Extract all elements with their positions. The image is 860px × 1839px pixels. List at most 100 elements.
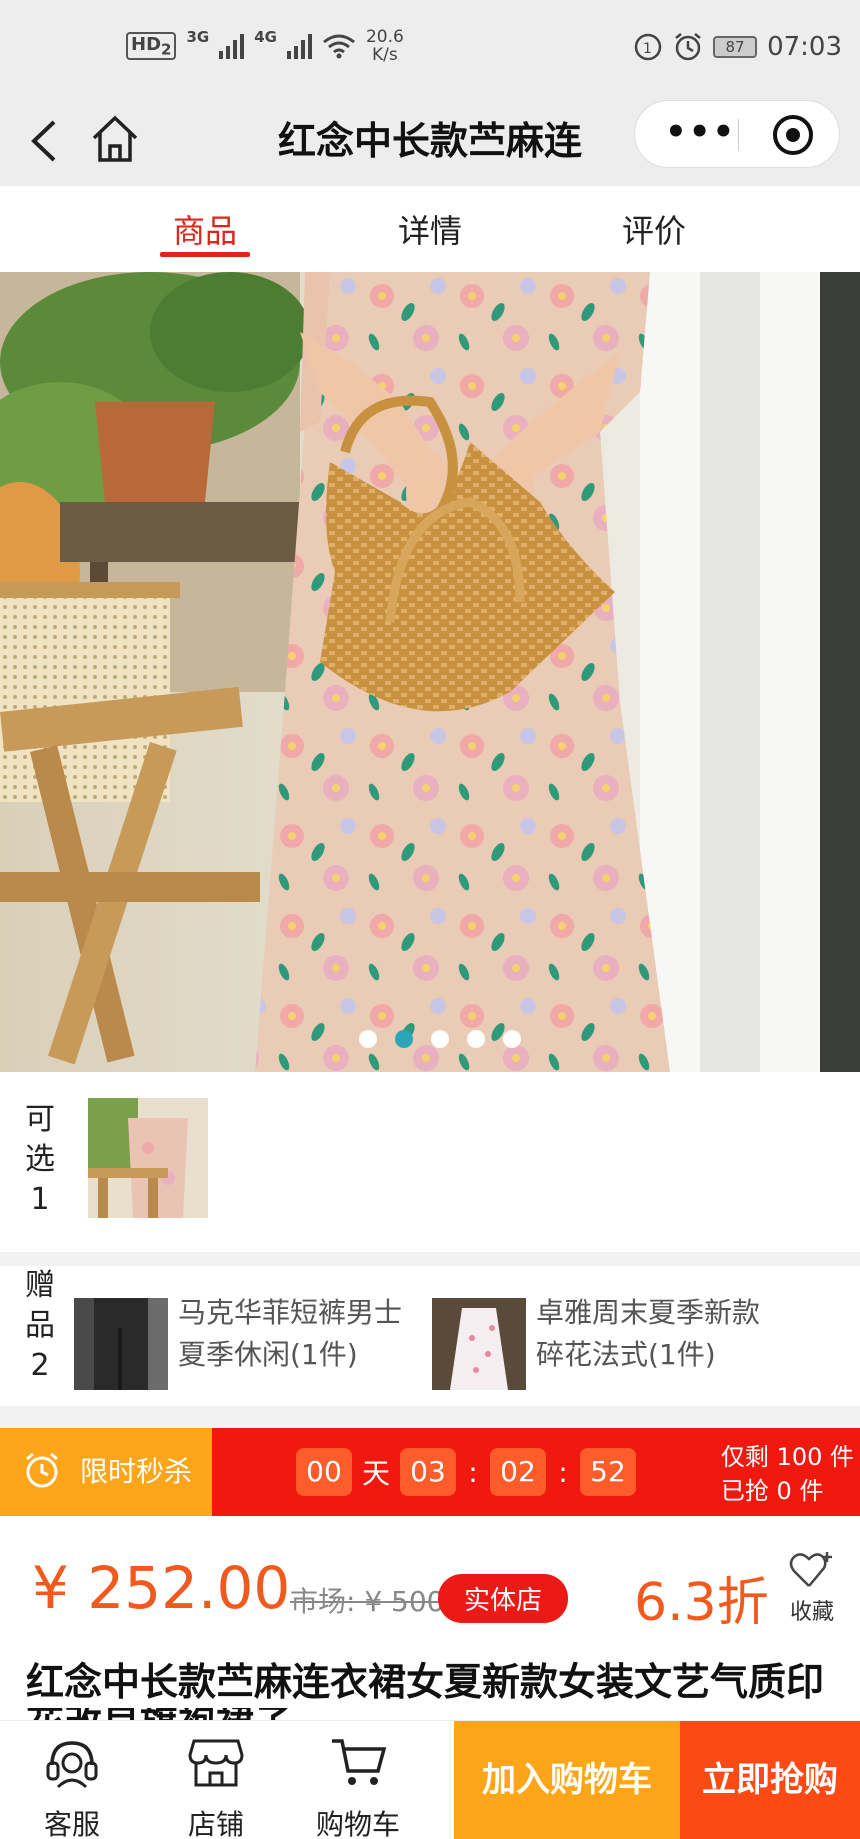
alarm-icon	[675, 33, 701, 61]
favorite-label: 收藏	[789, 1600, 834, 1625]
headset-icon	[46, 1741, 98, 1789]
gift-item[interactable]: 卓雅周末夏季新款 碎花法式(1件)	[432, 1296, 768, 1390]
optional-label: 可 选 1	[20, 1100, 60, 1220]
discount-label: 6.3折	[634, 1573, 769, 1633]
net-speed: 20.6 K/s	[366, 28, 404, 64]
stock-info: 仅剩 100 件 已抢 0 件	[721, 1440, 854, 1508]
product-photo	[0, 272, 860, 1072]
battery-level: 87	[725, 38, 745, 56]
gift-label-char: 2	[30, 1348, 50, 1383]
gift-item[interactable]: 马克华菲短裤男士 夏季休闲(1件)	[74, 1296, 410, 1390]
gift-image-dress	[432, 1298, 526, 1390]
cart-icon	[332, 1739, 387, 1785]
close-miniprogram-button[interactable]	[773, 115, 813, 155]
more-dots-icon: •••	[665, 112, 737, 152]
countdown-seconds: 52	[580, 1448, 636, 1496]
countdown-day-unit: 天	[361, 1457, 390, 1490]
capsule-divider	[738, 119, 739, 151]
customer-service-button[interactable]: 客服	[12, 1735, 132, 1839]
section-divider	[0, 1252, 860, 1266]
optional-label-char: 可	[25, 1102, 55, 1137]
carousel-dot[interactable]	[395, 1030, 413, 1048]
hd-indicator: HD2	[126, 31, 177, 61]
carousel-dot[interactable]	[359, 1030, 377, 1048]
optional-section: 可 选 1	[0, 1072, 860, 1252]
optional-label-char: 1	[30, 1182, 50, 1217]
tab-bar: 商品 详情 评价	[0, 186, 860, 272]
carousel-dot[interactable]	[467, 1030, 485, 1048]
countdown-colon: :	[558, 1455, 568, 1489]
favorite-button[interactable]: 收藏	[784, 1550, 840, 1626]
home-button[interactable]	[88, 112, 142, 166]
gift-label: 赠 品 2	[20, 1266, 60, 1386]
net1-label: 3G	[186, 28, 210, 46]
gift-section: 赠 品 2 马克华菲短裤男士 夏季休闲(1件) 卓雅周末夏季新款 碎花法式(1件…	[0, 1266, 860, 1406]
section-divider	[0, 1406, 860, 1428]
carousel-dot[interactable]	[431, 1030, 449, 1048]
store-label: 店铺	[187, 1808, 244, 1839]
hd-text: HD	[131, 33, 162, 55]
customer-service-label: 客服	[43, 1808, 100, 1839]
cart-label: 购物车	[315, 1808, 400, 1839]
stock-remaining: 仅剩 100 件	[720, 1443, 854, 1471]
home-icon	[92, 115, 138, 162]
countdown-hours: 03	[400, 1448, 456, 1496]
countdown-days: 00	[296, 1448, 352, 1496]
store-badge: 实体店	[438, 1574, 569, 1623]
carousel-indicators	[0, 1030, 860, 1048]
more-menu-button[interactable]: •••	[665, 115, 736, 149]
store-button[interactable]: 店铺	[156, 1735, 276, 1839]
buy-now-button[interactable]: 立即抢购	[680, 1721, 860, 1839]
gift-line-2: 夏季休闲(1件)	[178, 1338, 358, 1371]
optional-item-thumbnail[interactable]	[88, 1098, 208, 1218]
carousel-dot[interactable]	[503, 1030, 521, 1048]
gift-line-2: 碎花法式(1件)	[536, 1338, 716, 1371]
product-image-carousel[interactable]	[0, 272, 860, 1072]
navigation-bar: 红念中长款苎麻连 •••	[0, 96, 860, 186]
gift-image-shorts	[74, 1298, 168, 1390]
countdown-colon: :	[468, 1455, 478, 1489]
price-row: ¥ 252.00 市场: ¥ 500 实体店 6.3折 收藏	[0, 1516, 860, 1646]
status-right: 1 87 07:03	[633, 32, 842, 62]
gift-description: 卓雅周末夏季新款 碎花法式(1件)	[536, 1292, 768, 1390]
signal-icon-2	[286, 33, 312, 59]
vibrate-icon: 1	[634, 33, 662, 61]
market-price: 市场: ¥ 500	[290, 1585, 445, 1618]
alarm-clock-icon	[26, 1452, 58, 1488]
gift-label-char: 赠	[25, 1268, 55, 1303]
tab-goods[interactable]: 商品	[145, 206, 265, 252]
cart-button[interactable]: 购物车	[298, 1735, 418, 1839]
back-button[interactable]	[24, 114, 72, 168]
current-price: ¥ 252.00	[32, 1554, 291, 1622]
stock-sold: 已抢 0 件	[720, 1477, 824, 1505]
countdown-minutes: 02	[490, 1448, 546, 1496]
svg-text:1: 1	[643, 41, 652, 57]
gift-description: 马克华菲短裤男士 夏季休闲(1件)	[178, 1292, 410, 1390]
optional-item-image	[88, 1098, 208, 1218]
gift-thumbnail	[74, 1298, 168, 1390]
speed-unit: K/s	[372, 45, 398, 65]
status-left: HD2 3G 4G 20.6 K/s	[126, 28, 404, 64]
chevron-left-icon	[31, 120, 56, 162]
tab-reviews[interactable]: 评价	[594, 206, 714, 252]
gift-line-1: 马克华菲短裤男士	[178, 1296, 403, 1329]
flash-sale-label-box: 限时秒杀	[0, 1428, 212, 1516]
tab-details[interactable]: 详情	[370, 206, 490, 252]
battery-icon: 87	[713, 36, 758, 58]
add-to-cart-button[interactable]: 加入购物车	[454, 1721, 680, 1839]
product-title-line-2: 花改良旗袍裙子	[26, 1708, 426, 1720]
hd-sub: 2	[161, 40, 172, 59]
clock-time: 07:03	[767, 32, 842, 62]
page-title: 红念中长款苎麻连	[277, 119, 582, 163]
status-bar: HD2 3G 4G 20.6 K/s 1 87 07:03	[0, 0, 860, 96]
gift-label-char: 品	[25, 1308, 55, 1343]
store-icon	[188, 1739, 244, 1787]
gift-thumbnail	[432, 1298, 526, 1390]
signal-icon	[219, 33, 245, 59]
miniprogram-capsule: •••	[634, 100, 840, 168]
optional-label-char: 选	[25, 1142, 55, 1177]
tab-underline	[160, 252, 250, 257]
net2-label: 4G	[254, 28, 277, 46]
heart-plus-icon	[789, 1552, 832, 1587]
bottom-action-bar: 客服 店铺 购物车 加入购物车 立即抢购	[0, 1720, 860, 1839]
